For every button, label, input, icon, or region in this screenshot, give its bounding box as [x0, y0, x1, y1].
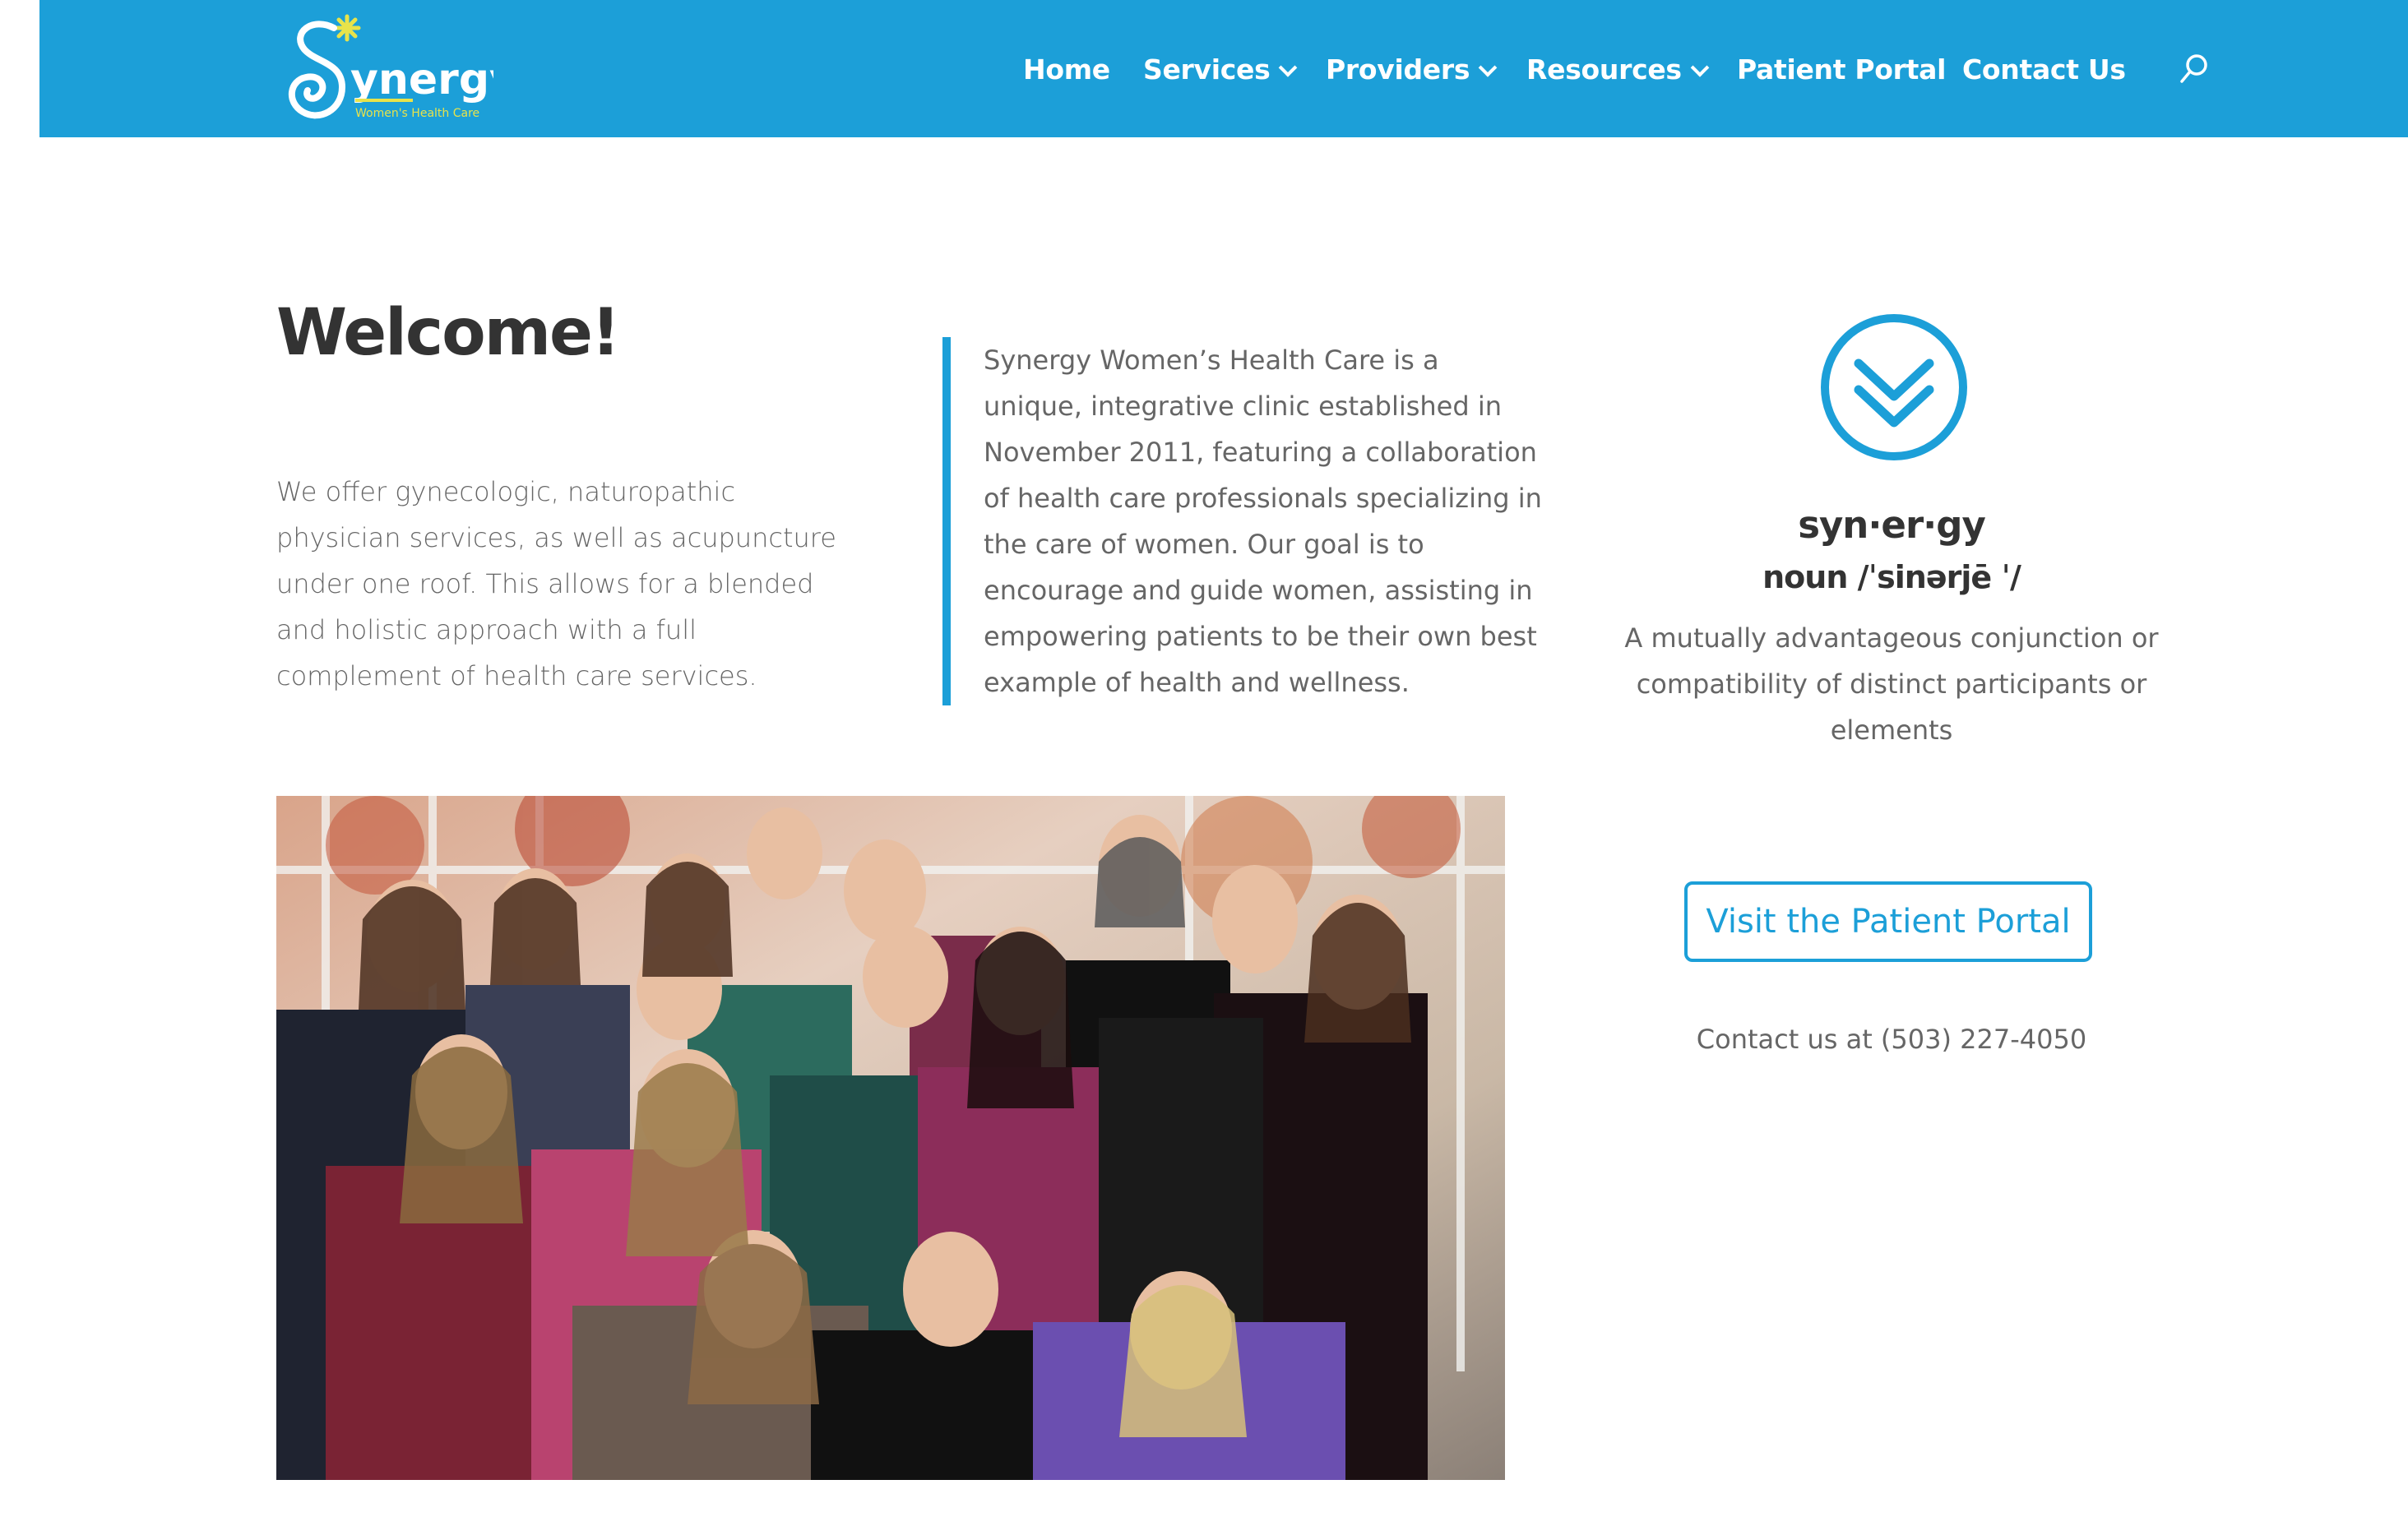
quote-accent-bar: [942, 337, 951, 705]
search-icon[interactable]: [2179, 53, 2209, 86]
synergy-logo[interactable]: ynergy Women's Health Care: [280, 12, 493, 127]
page-left-margin: [0, 0, 39, 1526]
nav-home[interactable]: Home: [1023, 49, 1110, 90]
nav-resources[interactable]: Resources: [1526, 49, 1710, 90]
nav-contact-us[interactable]: Contact Us: [1962, 49, 2126, 90]
nav-resources-label: Resources: [1526, 53, 1682, 86]
visit-patient-portal-button[interactable]: Visit the Patient Portal: [1684, 881, 2092, 962]
nav-providers[interactable]: Providers: [1326, 49, 1498, 90]
about-text: Synergy Women’s Health Care is a unique,…: [984, 345, 1542, 698]
nav-home-label: Home: [1023, 53, 1110, 86]
nav-patient-portal[interactable]: Patient Portal: [1737, 49, 1946, 90]
welcome-heading: Welcome!: [276, 296, 620, 370]
chevron-down-icon: [1279, 58, 1298, 77]
contact-phone-text: Contact us at (503) 227-4050: [1696, 1024, 2087, 1055]
nav-patient-portal-label: Patient Portal: [1737, 53, 1947, 86]
chevron-down-icon: [1690, 58, 1710, 77]
nav-contact-us-label: Contact Us: [1962, 53, 2126, 86]
definition-word: syn·er·gy: [1798, 503, 1986, 547]
synergy-logo-graphic: ynergy Women's Health Care: [288, 14, 493, 120]
logo-tagline: Women's Health Care: [355, 107, 479, 120]
nav-services-label: Services: [1143, 53, 1271, 86]
nav-providers-label: Providers: [1326, 53, 1470, 86]
double-chevron-down-circle-icon: [1819, 312, 1969, 462]
staff-group-photo: [276, 796, 1505, 1480]
site-header: ynergy Women's Health Care Home Services…: [39, 0, 2408, 137]
welcome-intro-text: We offer gynecologic, naturopathic physi…: [276, 476, 836, 691]
chevron-down-icon: [1478, 58, 1498, 77]
nav-services[interactable]: Services: [1143, 49, 1298, 90]
definition-pronunciation: noun /ˈsinərjē ˈ/: [1762, 559, 2021, 595]
definition-meaning: A mutually advantageous conjunction or c…: [1624, 622, 2159, 746]
logo-wordmark: ynergy: [350, 55, 493, 104]
